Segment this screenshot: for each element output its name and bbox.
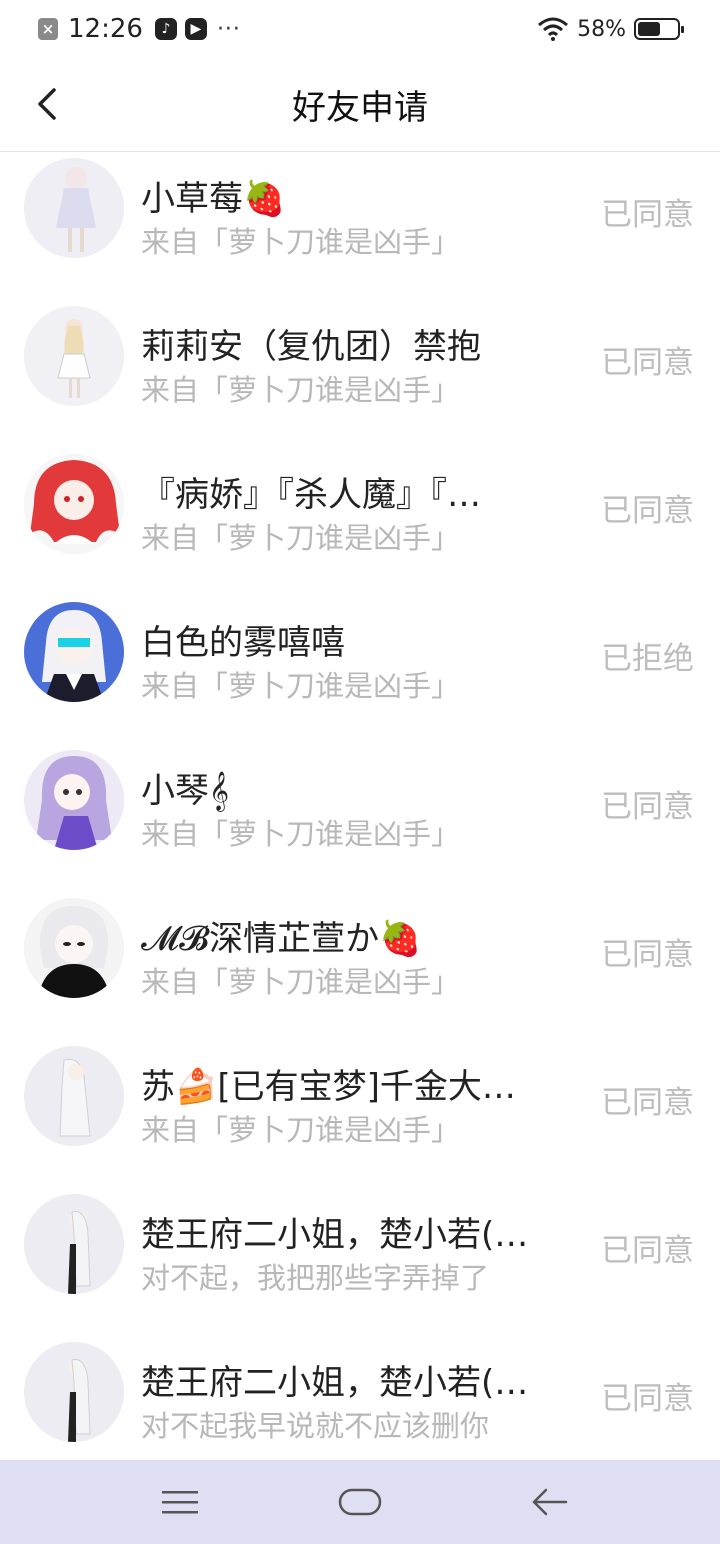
avatar-image xyxy=(24,1342,124,1442)
avatar[interactable] xyxy=(24,306,124,406)
requester-name: 『病娇』『杀人魔』『… xyxy=(141,475,481,515)
app-header: 好友申请 xyxy=(0,58,720,152)
avatar[interactable] xyxy=(24,454,124,554)
avatar[interactable] xyxy=(24,750,124,850)
avatar-image xyxy=(24,602,124,702)
avatar[interactable] xyxy=(24,898,124,998)
avatar-image xyxy=(24,454,124,554)
requester-name: 苏🍰[已有宝梦]千金大… xyxy=(141,1067,516,1107)
battery-percent: 58% xyxy=(577,16,626,42)
requester-name: 楚王府二小姐，楚小若(… xyxy=(141,1363,529,1403)
menu-button[interactable] xyxy=(150,1480,210,1524)
avatar[interactable] xyxy=(24,158,124,258)
wifi-icon xyxy=(538,17,569,41)
menu-icon xyxy=(162,1491,198,1514)
status-time: 12:26 xyxy=(68,14,143,44)
requester-name: 白色的雾嘻嘻 xyxy=(141,623,345,663)
request-source: 来自「萝卜刀谁是凶手」 xyxy=(141,521,461,555)
notification-dismiss-icon: × xyxy=(38,18,58,40)
friend-request-item[interactable]: 『病娇』『杀人魔』『… 来自「萝卜刀谁是凶手」 已同意 xyxy=(0,449,720,597)
battery-fill xyxy=(638,22,660,36)
friend-request-item[interactable]: 𝓜𝓑深情芷萱か🍓 来自「萝卜刀谁是凶手」 已同意 xyxy=(0,893,720,1041)
friend-request-item[interactable]: 莉莉安（复仇团）禁抱 来自「萝卜刀谁是凶手」 已同意 xyxy=(0,301,720,449)
status-bar-left: × 12:26 ♪ ▶ ··· xyxy=(38,14,241,44)
friend-request-item[interactable]: 小琴𝄞 来自「萝卜刀谁是凶手」 已同意 xyxy=(0,745,720,893)
home-icon xyxy=(338,1488,382,1516)
request-source: 来自「萝卜刀谁是凶手」 xyxy=(141,669,461,703)
request-status: 已同意 xyxy=(601,789,694,825)
avatar[interactable] xyxy=(24,1342,124,1442)
avatar-image xyxy=(24,750,124,850)
avatar-image xyxy=(24,1046,124,1146)
status-bar-right: 58% xyxy=(537,14,684,44)
request-status: 已拒绝 xyxy=(601,641,694,677)
request-source: 来自「萝卜刀谁是凶手」 xyxy=(141,965,461,999)
friend-request-list[interactable]: 小草莓🍓 来自「萝卜刀谁是凶手」 已同意 莉莉安（复仇团）禁抱 来自「萝卜刀谁是… xyxy=(0,153,720,1460)
request-message: 对不起，我把那些字弄掉了 xyxy=(141,1261,490,1295)
request-status: 已同意 xyxy=(601,197,694,233)
request-source: 来自「萝卜刀谁是凶手」 xyxy=(141,1113,461,1147)
request-status: 已同意 xyxy=(601,1381,694,1417)
video-app-icon: ▶ xyxy=(184,18,207,40)
status-bar: × 12:26 ♪ ▶ ··· 58% xyxy=(0,0,720,58)
system-back-button[interactable] xyxy=(520,1480,580,1524)
friend-request-item[interactable]: 楚王府二小姐，楚小若(… 对不起，我把那些字弄掉了 已同意 xyxy=(0,1189,720,1337)
request-status: 已同意 xyxy=(601,345,694,381)
page-title: 好友申请 xyxy=(292,88,428,128)
friend-request-item[interactable]: 小草莓🍓 来自「萝卜刀谁是凶手」 已同意 xyxy=(0,153,720,301)
request-source: 来自「萝卜刀谁是凶手」 xyxy=(141,225,461,259)
avatar-image xyxy=(24,898,124,998)
request-source: 来自「萝卜刀谁是凶手」 xyxy=(141,817,461,851)
request-status: 已同意 xyxy=(601,937,694,973)
friend-request-item[interactable]: 苏🍰[已有宝梦]千金大… 来自「萝卜刀谁是凶手」 已同意 xyxy=(0,1041,720,1189)
avatar-image xyxy=(24,1194,124,1294)
avatar[interactable] xyxy=(24,602,124,702)
requester-name: 小琴𝄞 xyxy=(141,771,230,811)
back-arrow-icon xyxy=(532,1488,568,1516)
more-dots-icon: ··· xyxy=(216,16,241,42)
avatar-image xyxy=(24,306,124,406)
avatar[interactable] xyxy=(24,1194,124,1294)
request-source: 来自「萝卜刀谁是凶手」 xyxy=(141,373,461,407)
requester-name: 楚王府二小姐，楚小若(… xyxy=(141,1215,529,1255)
battery-icon xyxy=(634,18,684,40)
friend-request-item[interactable]: 楚王府二小姐，楚小若(… 对不起我早说就不应该删你 已同意 xyxy=(0,1337,720,1460)
system-nav-bar xyxy=(0,1460,720,1544)
requester-name: 小草莓🍓 xyxy=(141,179,286,219)
request-status: 已同意 xyxy=(601,493,694,529)
request-status: 已同意 xyxy=(601,1085,694,1121)
tiktok-icon: ♪ xyxy=(154,18,177,40)
avatar-image xyxy=(24,158,124,258)
friend-request-item[interactable]: 白色的雾嘻嘻 来自「萝卜刀谁是凶手」 已拒绝 xyxy=(0,597,720,745)
request-status: 已同意 xyxy=(601,1233,694,1269)
requester-name: 𝓜𝓑深情芷萱か🍓 xyxy=(141,919,422,959)
home-button[interactable] xyxy=(330,1480,390,1524)
request-message: 对不起我早说就不应该删你 xyxy=(141,1409,490,1443)
requester-name: 莉莉安（复仇团）禁抱 xyxy=(141,327,481,367)
avatar[interactable] xyxy=(24,1046,124,1146)
